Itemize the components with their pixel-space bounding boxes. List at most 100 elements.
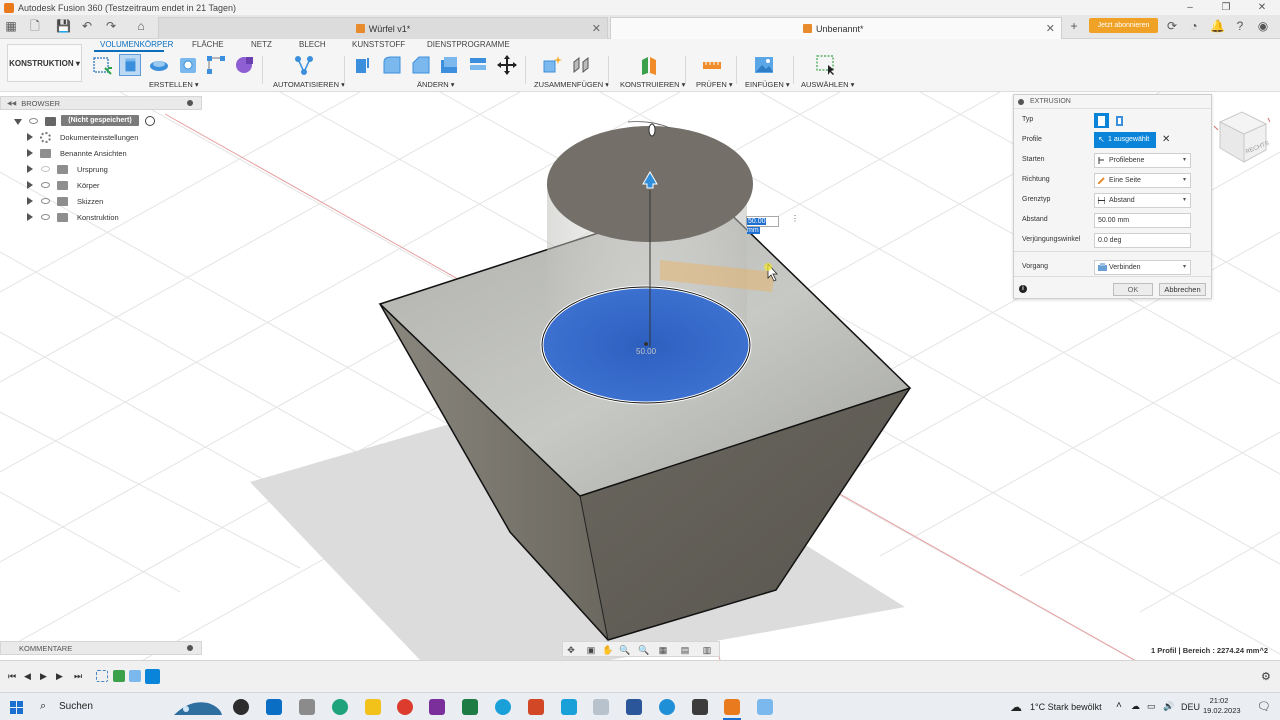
tree-item-koerper[interactable]: Körper <box>0 178 202 194</box>
extrude-icon[interactable] <box>119 54 141 76</box>
visibility-eye-icon[interactable] <box>41 214 50 220</box>
grenztyp-select[interactable]: Abstand ▾ <box>1094 193 1191 208</box>
save-icon[interactable]: 💾 <box>56 19 71 33</box>
type-solid-icon[interactable] <box>1094 113 1109 128</box>
clear-selection-icon[interactable]: ✕ <box>1162 134 1170 145</box>
minimize-button[interactable]: – <box>1172 0 1208 15</box>
expand-arrow-icon[interactable] <box>27 197 33 205</box>
timeline-current-extrude-icon[interactable] <box>145 669 160 684</box>
snipping-app-icon[interactable] <box>757 699 773 715</box>
create-form-icon[interactable] <box>233 54 255 76</box>
obs-app-icon[interactable] <box>233 699 249 715</box>
taskbar-search[interactable]: Suchen <box>59 701 93 712</box>
viewcube[interactable]: RECHTS <box>1212 104 1270 170</box>
volume-icon[interactable]: 🔊 <box>1163 701 1174 712</box>
expand-arrow-icon[interactable] <box>27 165 33 173</box>
recorder-app-icon[interactable] <box>692 699 708 715</box>
tab-dienstprogramme[interactable]: DIENSTPROGRAMME <box>427 40 510 49</box>
revolve-icon[interactable] <box>148 54 170 76</box>
root-label[interactable]: (Nicht gespeichert) <box>61 115 139 126</box>
zoom-window-icon[interactable]: 🔍 <box>619 644 631 656</box>
powerpoint-app-icon[interactable] <box>528 699 544 715</box>
app-grid-icon[interactable]: ▦ <box>4 19 18 33</box>
type-thin-icon[interactable] <box>1112 113 1127 128</box>
edge-app-icon[interactable] <box>332 699 348 715</box>
pin-icon[interactable] <box>187 645 193 651</box>
new-component-icon[interactable] <box>541 54 563 76</box>
tree-item-konstruktion[interactable]: Konstruktion <box>0 210 202 226</box>
new-tab-icon[interactable]: + <box>1067 19 1081 33</box>
step-forward-icon[interactable]: ▶ <box>56 671 63 682</box>
pin-icon[interactable] <box>187 100 193 106</box>
distance-input[interactable]: 50.00 mm <box>746 216 779 234</box>
visibility-eye-icon[interactable] <box>41 198 50 204</box>
expand-arrow-icon[interactable] <box>27 181 33 189</box>
move-icon[interactable] <box>496 54 518 76</box>
group-auswaehlen[interactable]: AUSWÄHLEN ▾ <box>801 80 854 89</box>
expand-arrow-icon[interactable] <box>27 133 33 141</box>
dialog-pin-icon[interactable] <box>1018 99 1024 105</box>
info-icon[interactable]: i <box>1019 285 1027 293</box>
tree-root[interactable]: (Nicht gespeichert) <box>0 114 202 130</box>
starten-select[interactable]: Profilebene ▾ <box>1094 153 1191 168</box>
browser-header[interactable]: ◀◀ BROWSER <box>0 96 202 110</box>
cortana-app-icon[interactable] <box>495 699 511 715</box>
hole-icon[interactable] <box>177 54 199 76</box>
network-icon[interactable]: ▭ <box>1147 701 1156 712</box>
job-status-icon[interactable]: ◔ <box>1187 19 1201 33</box>
file-menu-icon[interactable]: 🗋 <box>28 19 42 33</box>
verjuengungswinkel-input[interactable]: 0.0 deg <box>1094 233 1191 248</box>
tab-flaeche[interactable]: FLÄCHE <box>192 40 224 49</box>
store-app-icon[interactable] <box>561 699 577 715</box>
tree-item-ursprung[interactable]: Ursprung <box>0 162 202 178</box>
language-indicator[interactable]: DEU <box>1181 702 1200 712</box>
abstand-input[interactable]: 50.00 mm <box>1094 213 1191 228</box>
group-automatisieren[interactable]: AUTOMATISIEREN ▾ <box>273 80 345 89</box>
taskview-app-icon[interactable] <box>299 699 315 715</box>
visibility-eye-icon[interactable] <box>41 182 50 188</box>
group-einfuegen[interactable]: EINFÜGEN ▾ <box>745 80 790 89</box>
select-icon[interactable] <box>815 54 837 76</box>
richtung-select[interactable]: Eine Seite ▾ <box>1094 173 1191 188</box>
expand-arrow-icon[interactable] <box>14 119 22 125</box>
close-tab-icon[interactable]: ✕ <box>1046 22 1055 35</box>
chrome-app-icon[interactable] <box>397 699 413 715</box>
tab-kunststoff[interactable]: KUNSTSTOFF <box>352 40 405 49</box>
construct-plane-icon[interactable] <box>638 54 660 76</box>
comments-panel[interactable]: KOMMENTARE <box>0 641 202 655</box>
app-c-icon[interactable] <box>659 699 675 715</box>
step-back-icon[interactable]: ◀ <box>24 671 31 682</box>
extensions-icon[interactable]: ⟳ <box>1165 19 1179 33</box>
visibility-eye-icon[interactable] <box>29 118 38 124</box>
orbit-constrained-icon[interactable]: ✥ <box>565 644 577 656</box>
timeline-sketch-icon[interactable] <box>96 670 108 682</box>
group-zusammenfuegen[interactable]: ZUSAMMENFÜGEN ▾ <box>534 80 609 89</box>
extrusion-title-bar[interactable]: EXTRUSION <box>1014 95 1211 109</box>
go-to-end-icon[interactable]: ⏭ <box>74 671 82 682</box>
pan-icon[interactable]: ✋ <box>602 644 614 656</box>
fillet-icon[interactable] <box>381 54 403 76</box>
onenote-app-icon[interactable] <box>429 699 445 715</box>
notifications-icon[interactable]: 🔔 <box>1210 19 1225 33</box>
clock[interactable]: 21:02 19.02.2023 <box>1203 696 1241 716</box>
insert-image-icon[interactable] <box>753 54 775 76</box>
group-erstellen[interactable]: ERSTELLEN ▾ <box>149 80 199 89</box>
weather-icon[interactable]: ☁ <box>1010 700 1022 714</box>
combine-icon[interactable] <box>467 54 489 76</box>
tree-item-dokumenteinstellungen[interactable]: Dokumenteinstellungen <box>0 130 202 146</box>
tree-item-benannte-ansichten[interactable]: Benannte Ansichten <box>0 146 202 162</box>
viewports-icon[interactable]: ▥ <box>701 644 713 656</box>
excel-app-icon[interactable] <box>462 699 478 715</box>
onedrive-icon[interactable]: ☁ <box>1131 701 1140 712</box>
create-sketch-icon[interactable] <box>91 54 113 76</box>
group-pruefen[interactable]: PRÜFEN ▾ <box>696 80 733 89</box>
word-app-icon[interactable] <box>626 699 642 715</box>
pattern-icon[interactable] <box>205 54 227 76</box>
outlook-app-icon[interactable] <box>266 699 282 715</box>
timeline-plane-icon[interactable] <box>113 670 125 682</box>
tab-netz[interactable]: NETZ <box>251 40 272 49</box>
play-icon[interactable]: ▶ <box>40 671 47 682</box>
group-konstruieren[interactable]: KONSTRUIEREN ▾ <box>620 80 685 89</box>
explorer-app-icon[interactable] <box>365 699 381 715</box>
redo-icon[interactable]: ↷ <box>104 19 118 33</box>
